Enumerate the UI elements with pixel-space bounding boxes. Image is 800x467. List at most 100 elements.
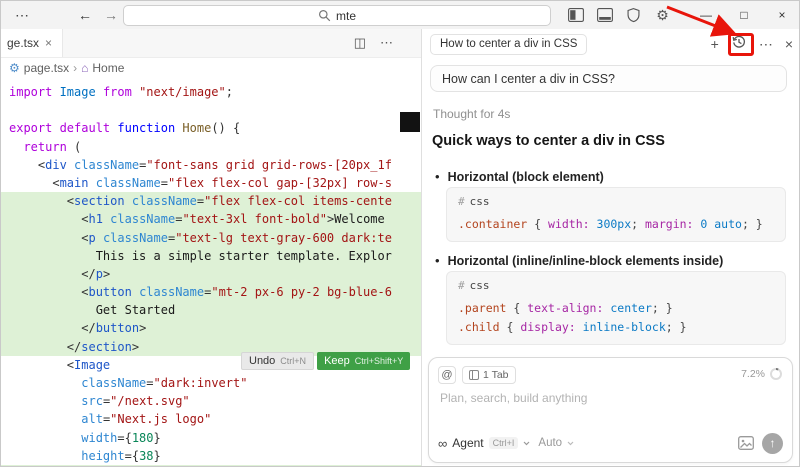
bullet-icon: •: [435, 253, 440, 268]
code-line: export default function Home() {: [9, 121, 241, 136]
model-selector[interactable]: Auto: [538, 437, 574, 449]
code-line: alt="Next.js logo": [81, 412, 212, 427]
app-window: ⋯ ← → mte ⚙ — □ × ge.tsx × ◫ ⋯ ⚙ page.ts…: [0, 0, 800, 467]
breadcrumb-file[interactable]: page.tsx: [24, 61, 69, 75]
composer-input[interactable]: Plan, search, build anything: [440, 391, 587, 405]
settings-gear-icon[interactable]: ⚙: [654, 7, 671, 24]
breadcrumb[interactable]: ⚙ page.tsx › ⌂ Home: [1, 58, 421, 77]
tab-label: ge.tsx: [7, 36, 40, 50]
code-editor[interactable]: import Image from "next/image"; export d…: [1, 77, 421, 466]
undo-label: Undo: [249, 355, 276, 367]
chat-close-button[interactable]: ×: [785, 34, 793, 54]
keep-button[interactable]: Keep Ctrl+Shift+Y: [317, 352, 411, 370]
forward-button[interactable]: →: [101, 1, 121, 29]
shield-icon[interactable]: [625, 7, 642, 24]
code-line: .child { display: inline-block; }: [458, 320, 687, 334]
breadcrumb-separator: ›: [73, 60, 78, 75]
maximize-button[interactable]: □: [725, 1, 763, 29]
annotation-highlight-box: [728, 33, 754, 56]
keep-shortcut: Ctrl+Shift+Y: [354, 356, 404, 366]
composer-context-row: @ 1 Tab: [438, 366, 516, 384]
window-controls: — □ ×: [687, 1, 799, 29]
agent-mode-selector[interactable]: ∞ Agent Ctrl+I: [438, 436, 530, 451]
new-chat-button[interactable]: +: [711, 34, 719, 54]
code-line: This is a simple starter template. Explo…: [1, 246, 421, 265]
code-line: return (: [23, 139, 82, 154]
code-line: <main className="flex flex-col gap-[32px…: [9, 175, 392, 190]
context-percent: 7.2%: [741, 368, 765, 380]
back-button[interactable]: ←: [75, 1, 95, 29]
minimize-button[interactable]: —: [687, 1, 725, 29]
thought-duration[interactable]: Thought for 4s: [433, 107, 510, 121]
split-editor-icon[interactable]: ◫: [354, 35, 366, 51]
panel-layout-icon[interactable]: [596, 7, 613, 24]
tab-context-chip[interactable]: 1 Tab: [462, 366, 516, 384]
chat-panel: How to center a div in CSS + ⋯ × How can…: [421, 29, 799, 466]
chevron-down-icon: [567, 441, 574, 445]
code-block-body: .parent { text-align: center; } .child { …: [458, 299, 774, 337]
bullet-icon: •: [435, 169, 440, 184]
undo-button[interactable]: Undo Ctrl+N: [241, 352, 315, 370]
breadcrumb-symbol[interactable]: Home: [92, 61, 124, 75]
code-language-label: css: [469, 195, 490, 208]
code-line: Get Started: [1, 301, 421, 320]
attach-image-icon[interactable]: [738, 436, 754, 450]
code-line: <p className="text-lg text-gray-600 dark…: [1, 228, 421, 247]
code-line: import Image from "next/image";: [9, 85, 233, 99]
context-ring-icon: [770, 368, 782, 380]
bullet-item: • Horizontal (inline/inline-block elemen…: [435, 253, 723, 268]
editor-actions: ◫ ⋯: [354, 29, 393, 57]
keep-label: Keep: [324, 355, 350, 367]
code-block-header: # css: [458, 195, 774, 208]
editor-more-icon[interactable]: ⋯: [380, 35, 393, 51]
search-box[interactable]: mte: [123, 5, 551, 26]
css-code-block: # css .container { width: 300px; margin: …: [446, 187, 786, 242]
undo-shortcut: Ctrl+N: [280, 356, 307, 366]
send-button[interactable]: ↑: [762, 432, 783, 454]
send-arrow-icon: ↑: [769, 436, 776, 450]
editor-tabbar: ge.tsx × ◫ ⋯: [1, 29, 421, 58]
code-line: .parent { text-align: center; }: [458, 301, 673, 315]
code-line: width={180}: [81, 430, 161, 445]
answer-heading: Quick ways to center a div in CSS: [432, 133, 665, 149]
code-line: <section className="flex flex-col items-…: [1, 192, 421, 211]
tab-page-tsx[interactable]: ge.tsx ×: [1, 29, 63, 57]
code-line: <button className="mt-2 px-6 py-2 bg-blu…: [1, 283, 421, 302]
chat-composer[interactable]: @ 1 Tab 7.2% Plan, search, build anythin…: [428, 357, 793, 463]
code-line: height={38}: [81, 448, 161, 463]
split-view-icon[interactable]: [567, 7, 584, 24]
agent-shortcut-badge: Ctrl+I: [488, 437, 519, 449]
chat-title-tab[interactable]: How to center a div in CSS: [430, 34, 588, 55]
tab-context-icon: [469, 370, 479, 380]
user-message: How can I center a div in CSS?: [430, 65, 787, 92]
code-line: </p>: [1, 264, 421, 284]
model-label: Auto: [538, 437, 563, 449]
code-block-body: .container { width: 300px; margin: 0 aut…: [458, 215, 774, 234]
search-icon: [318, 10, 331, 22]
code-line: </button>: [1, 319, 421, 338]
mention-button[interactable]: @: [438, 366, 456, 384]
code-line: .container { width: 300px; margin: 0 aut…: [458, 217, 763, 231]
hash-icon: #: [458, 279, 465, 292]
composer-toolbar: ∞ Agent Ctrl+I Auto ↑: [438, 432, 783, 454]
tab-close-icon[interactable]: ×: [45, 36, 52, 50]
bullet-item: • Horizontal (block element): [435, 169, 604, 184]
infinity-icon: ∞: [438, 435, 448, 451]
search-input[interactable]: mte: [336, 9, 356, 23]
code-language-label: css: [469, 279, 490, 292]
tab-context-label: 1 Tab: [483, 369, 509, 381]
chat-more-button[interactable]: ⋯: [759, 34, 773, 54]
bullet-text: Horizontal (inline/inline-block elements…: [447, 253, 724, 268]
diff-action-buttons: Undo Ctrl+N Keep Ctrl+Shift+Y: [241, 352, 411, 370]
code-line: className="dark:invert": [81, 376, 248, 390]
file-type-icon: ⚙: [9, 60, 20, 75]
code-block-header: # css: [458, 279, 774, 292]
menu-dots-button[interactable]: ⋯: [11, 1, 33, 29]
hash-icon: #: [458, 195, 465, 208]
titlebar: ⋯ ← → mte ⚙ — □ ×: [1, 1, 799, 30]
close-button[interactable]: ×: [763, 1, 799, 29]
css-code-block: # css .parent { text-align: center; } .chi…: [446, 271, 786, 345]
code-line: src="/next.svg": [81, 394, 190, 409]
code-line: <h1 className="text-3xl font-bold">Welco…: [1, 210, 421, 229]
